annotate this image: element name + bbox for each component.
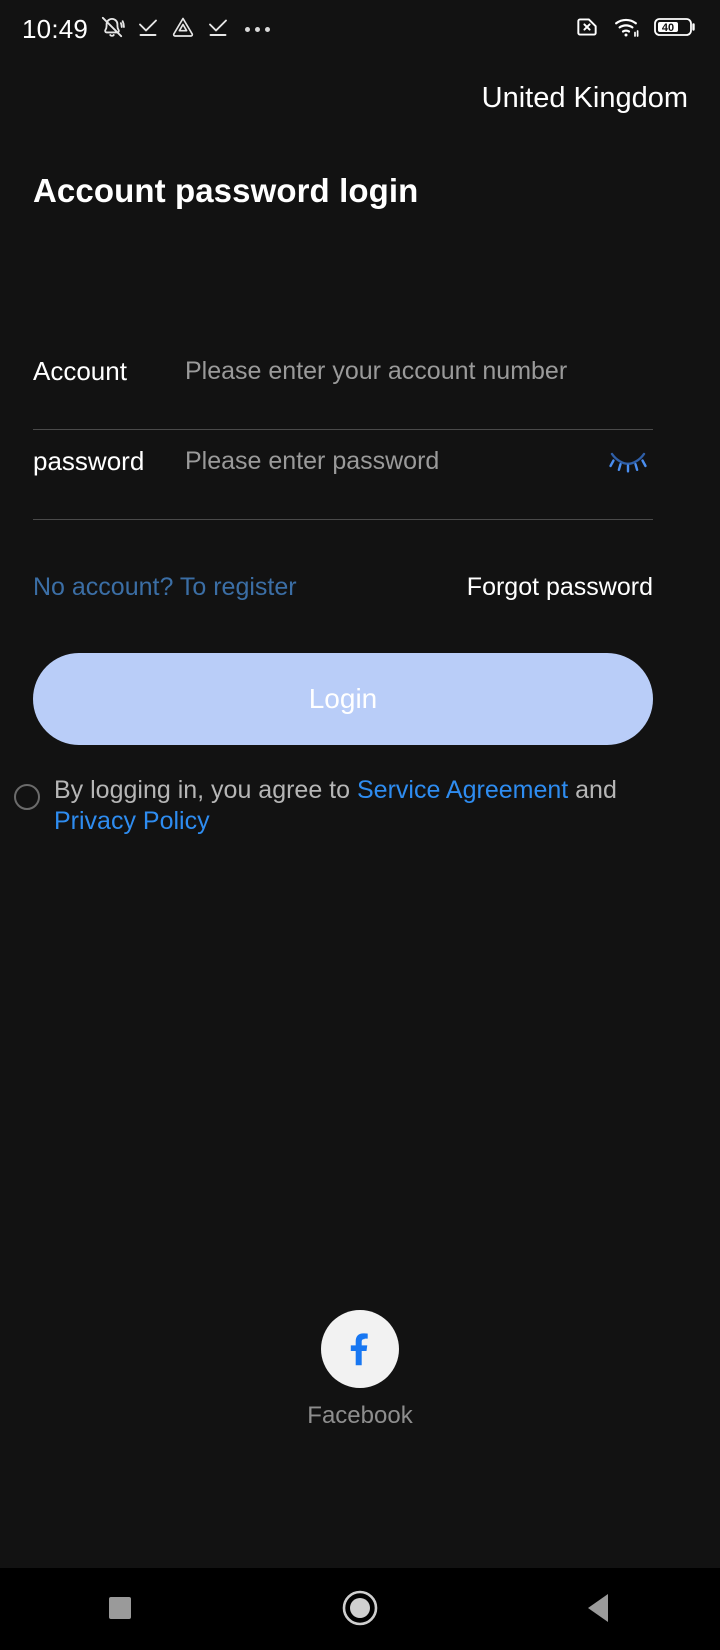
password-field-row: password	[33, 430, 653, 520]
nav-back-button[interactable]	[545, 1568, 655, 1650]
forgot-password-link[interactable]: Forgot password	[467, 573, 653, 602]
eye-closed-icon	[608, 447, 648, 476]
bell-muted-icon	[99, 14, 125, 45]
svg-text:40: 40	[662, 22, 674, 34]
triangle-back-icon	[584, 1591, 616, 1628]
password-divider	[33, 519, 653, 520]
nav-recents-button[interactable]	[65, 1568, 175, 1650]
status-bar-clock: 10:49	[22, 13, 89, 44]
login-button[interactable]: Login	[33, 653, 653, 745]
agreement-prefix: By logging in, you agree to	[54, 776, 357, 804]
service-agreement-link[interactable]: Service Agreement	[357, 776, 568, 804]
password-input[interactable]	[185, 446, 603, 476]
drive-triangle-icon	[171, 15, 195, 44]
social-login-section: Facebook	[0, 1310, 720, 1430]
facebook-login-button[interactable]	[321, 1310, 399, 1388]
android-nav-bar	[0, 1568, 720, 1650]
agreement-conjunction: and	[568, 776, 617, 804]
status-bar: 10:49 40	[0, 0, 720, 58]
check-download-icon	[206, 15, 230, 44]
account-input[interactable]	[185, 356, 653, 386]
register-link[interactable]: No account? To register	[33, 573, 297, 602]
agreement-checkbox[interactable]	[14, 784, 40, 810]
agreement-text: By logging in, you agree to Service Agre…	[54, 775, 674, 837]
more-dots-icon	[245, 26, 271, 32]
wifi-icon	[613, 14, 641, 45]
check-download-icon	[136, 15, 160, 44]
login-screen: 10:49 40 United Kingdom Account password…	[0, 0, 720, 1650]
battery-icon: 40	[654, 15, 698, 44]
form-links-row: No account? To register Forgot password	[33, 573, 653, 602]
account-label: Account	[33, 355, 127, 386]
country-selector[interactable]: United Kingdom	[482, 78, 688, 118]
agreement-row: By logging in, you agree to Service Agre…	[14, 775, 674, 837]
status-bar-left: 10:49	[22, 13, 271, 45]
square-recents-icon	[105, 1593, 135, 1626]
account-field-row: Account	[33, 340, 653, 430]
facebook-icon	[337, 1324, 383, 1375]
privacy-policy-link[interactable]: Privacy Policy	[54, 807, 210, 835]
status-bar-right: 40	[574, 14, 698, 45]
login-form: Account password	[33, 340, 653, 520]
circle-home-icon	[339, 1587, 381, 1632]
password-label: password	[33, 445, 145, 476]
nav-home-button[interactable]	[305, 1568, 415, 1650]
facebook-label: Facebook	[307, 1402, 413, 1429]
sim-disabled-icon	[574, 14, 600, 45]
page-title: Account password login	[33, 172, 419, 209]
password-visibility-toggle[interactable]	[603, 441, 653, 481]
